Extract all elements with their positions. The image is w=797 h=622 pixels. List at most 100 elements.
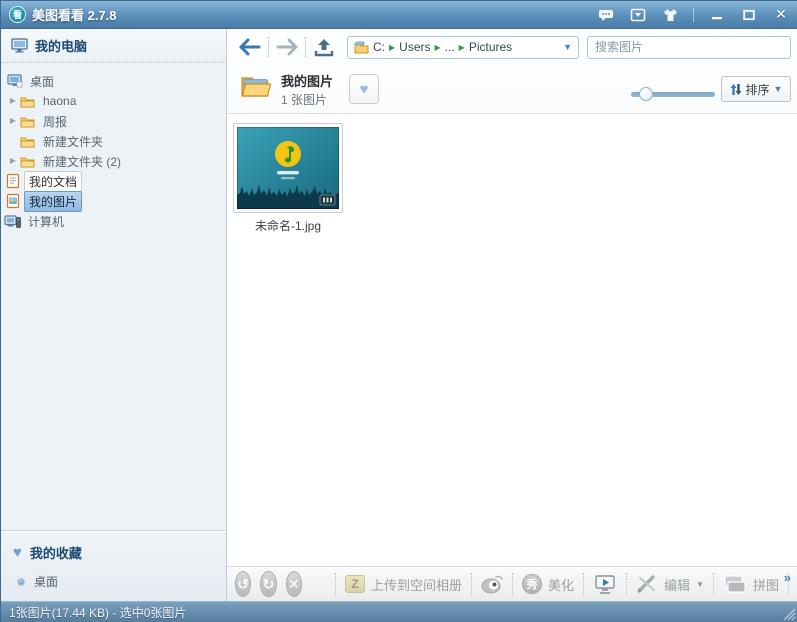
address-folder-icon — [354, 41, 369, 54]
favorite-item-desktop[interactable]: 桌面 — [1, 566, 226, 595]
tree-item-new-folder[interactable]: 新建文件夹 — [1, 131, 226, 151]
edit-pen-icon — [636, 574, 658, 594]
pictures-icon — [4, 193, 21, 209]
expander-icon[interactable]: ▶ — [7, 151, 19, 171]
toolbar-separator — [471, 573, 472, 595]
documents-icon — [4, 173, 21, 189]
sidebar: 我的电脑 桌面 ▶ haona ▶ 周报 新建文件夹 — [1, 29, 227, 601]
folder-info-toolbar: 我的图片 1 张图片 ♥ 排序 ▼ — [227, 65, 797, 113]
edit-button[interactable]: 编辑 ▼ — [636, 574, 704, 594]
chevron-down-icon: ▼ — [696, 580, 704, 589]
slider-thumb[interactable] — [639, 87, 653, 101]
share-weibo-button[interactable] — [481, 574, 503, 594]
folder-info: 我的图片 1 张图片 — [281, 71, 333, 108]
breadcrumb-segment[interactable]: Users — [395, 40, 434, 54]
toolbar-separator — [335, 573, 336, 595]
address-dropdown-icon[interactable]: ▼ — [563, 42, 572, 52]
breadcrumb-segment[interactable]: C: — [369, 40, 389, 54]
sort-label: 排序 — [746, 81, 770, 98]
close-button[interactable]: ✕ — [772, 7, 790, 23]
chevron-down-icon: ▼ — [774, 84, 783, 94]
favorites-section: ♥ 我的收藏 桌面 — [1, 530, 226, 601]
toolbar-separator — [305, 37, 306, 57]
folder-icon — [19, 135, 36, 148]
folder-icon — [19, 95, 36, 108]
tree-item-my-pictures[interactable]: 我的图片 — [1, 191, 226, 211]
beautify-xiu-icon: 秀 — [522, 574, 542, 594]
bullet-icon — [17, 578, 25, 586]
favorites-header: ♥ 我的收藏 — [1, 539, 226, 566]
window-title: 美图看看 2.7.8 — [32, 5, 117, 24]
skin-icon[interactable] — [661, 7, 679, 23]
toolbar-separator — [626, 573, 627, 595]
search-input[interactable] — [587, 36, 791, 59]
forward-button[interactable] — [274, 34, 300, 60]
breadcrumb-segment[interactable]: Pictures — [465, 40, 516, 54]
heart-icon: ♥ — [13, 545, 22, 560]
thumbnail-grid: 未命名-1.jpg — [227, 113, 797, 566]
tree-item-new-folder-2[interactable]: ▶ 新建文件夹 (2) — [1, 151, 226, 171]
collage-icon — [723, 574, 747, 594]
image-filename: 未命名-1.jpg — [227, 217, 349, 234]
expander-icon[interactable]: ▶ — [7, 111, 19, 131]
collage-button[interactable]: 拼图 — [723, 574, 779, 594]
toolbar-separator — [583, 573, 584, 595]
maximize-button[interactable] — [740, 7, 758, 23]
favorite-folder-button[interactable]: ♥ — [349, 74, 379, 104]
app-logo-icon: 看 — [9, 6, 26, 23]
thumbnail-image — [237, 127, 339, 209]
tree-item-zhoubao[interactable]: ▶ 周报 — [1, 111, 226, 131]
tree-item-my-documents[interactable]: 我的文档 — [1, 171, 226, 191]
rotate-right-button[interactable]: ↻ — [260, 571, 276, 597]
expander-icon[interactable]: ▶ — [7, 91, 19, 111]
delete-button[interactable]: ✕ — [286, 571, 302, 597]
delete-icon: ✕ — [288, 576, 300, 593]
image-thumbnail[interactable] — [233, 123, 343, 213]
main-panel: C: ▶ Users ▶ ... ▶ Pictures ▼ 我的图片 1 张图片… — [227, 29, 797, 601]
qzone-icon: Z — [345, 575, 365, 593]
tree-item-computer[interactable]: 计算机 — [1, 211, 226, 231]
sort-button[interactable]: 排序 ▼ — [721, 76, 791, 102]
open-folder-icon — [239, 72, 273, 107]
zoom-slider[interactable] — [631, 87, 715, 101]
more-tools-button[interactable]: » — [784, 570, 791, 585]
message-icon[interactable] — [597, 7, 615, 23]
toolbar-separator — [713, 573, 714, 595]
tree-item-haona[interactable]: ▶ haona — [1, 91, 226, 111]
folder-count: 1 张图片 — [281, 91, 333, 108]
navigation-toolbar: C: ▶ Users ▶ ... ▶ Pictures ▼ — [227, 29, 797, 65]
sidebar-spacer — [1, 231, 226, 530]
sidebar-header-my-computer: 我的电脑 — [1, 29, 226, 63]
rotate-left-button[interactable]: ↺ — [235, 571, 251, 597]
sidebar-header-label: 我的电脑 — [35, 36, 87, 55]
address-bar[interactable]: C: ▶ Users ▶ ... ▶ Pictures ▼ — [347, 36, 579, 59]
folder-tree: 桌面 ▶ haona ▶ 周报 新建文件夹 ▶ 新建 — [1, 63, 226, 231]
computer-icon — [4, 214, 21, 229]
toolbar-separator — [268, 37, 269, 57]
rotate-right-icon: ↻ — [263, 576, 275, 593]
folder-icon — [19, 155, 36, 168]
weibo-eye-icon — [481, 574, 503, 594]
back-button[interactable] — [237, 34, 263, 60]
up-button[interactable] — [311, 34, 337, 60]
minimize-button[interactable] — [708, 7, 726, 23]
titlebar-separator — [693, 8, 694, 22]
status-bar: 1张图片(17.44 KB) - 选中0张图片 — [1, 601, 797, 622]
slideshow-button[interactable] — [593, 573, 617, 595]
desktop-icon — [6, 74, 23, 88]
beautify-button[interactable]: 秀 美化 — [522, 574, 574, 594]
selected-tree-item: 我的图片 — [24, 191, 82, 212]
tree-item-desktop[interactable]: 桌面 — [1, 71, 226, 91]
status-text: 1张图片(17.44 KB) - 选中0张图片 — [9, 604, 186, 621]
breadcrumb-segment[interactable]: ... — [441, 40, 459, 54]
monitor-icon — [11, 38, 28, 53]
heart-icon: ♥ — [360, 81, 369, 98]
titlebar: 看 美图看看 2.7.8 ✕ — [1, 1, 797, 29]
sort-arrows-icon — [730, 83, 742, 96]
rotate-left-icon: ↺ — [237, 576, 249, 593]
inbox-icon[interactable] — [629, 7, 647, 23]
resize-grip[interactable] — [783, 608, 796, 621]
folder-icon — [19, 115, 36, 128]
slideshow-icon — [593, 573, 617, 595]
upload-qzone-button[interactable]: Z 上传到空间相册 — [345, 575, 462, 594]
